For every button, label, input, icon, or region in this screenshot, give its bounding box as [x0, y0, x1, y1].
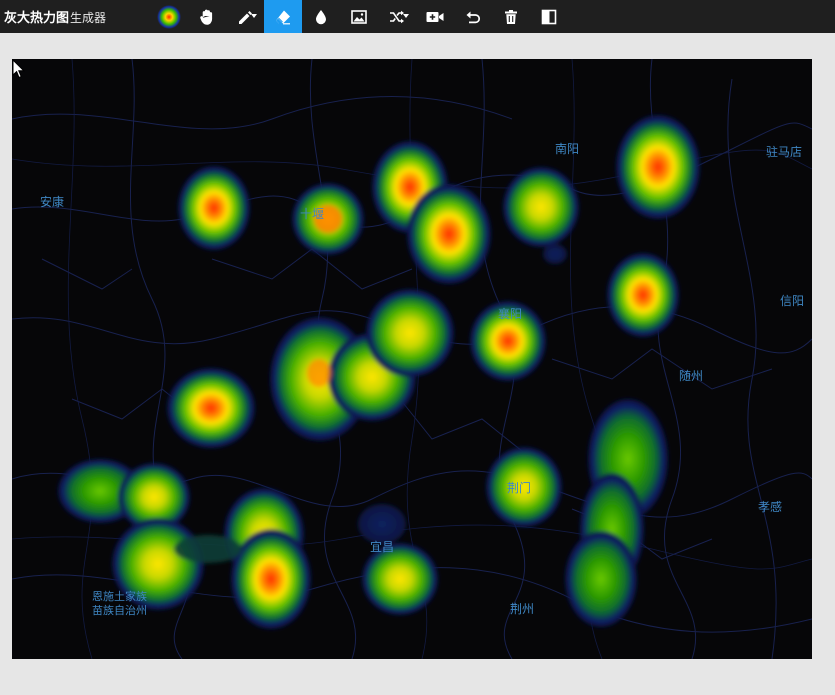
hand-pan-button[interactable] [188, 0, 226, 33]
city-suizhou: 随州 [679, 369, 704, 383]
city-enshi-line1: 恩施土家族 [92, 590, 147, 603]
city-enshi-line2: 苗族自治州 [92, 604, 147, 617]
add-video-button[interactable] [416, 0, 454, 33]
app-title: 灰大热力图 生成器 [0, 7, 150, 26]
split-view-button[interactable] [530, 0, 568, 33]
city-ankang: 安康 [40, 195, 65, 209]
heatmap-layer [12, 59, 812, 659]
undo-icon [466, 11, 481, 23]
heat-gradient-button[interactable] [150, 0, 188, 33]
eraser-icon [276, 10, 290, 24]
city-xiaogan: 孝感 [758, 500, 783, 514]
city-jingzhou: 荆州 [510, 602, 535, 616]
chevron-down-icon [251, 14, 257, 18]
image-icon [351, 9, 367, 24]
split-panel-icon [541, 9, 557, 24]
city-shiyan: 十堰 [300, 207, 325, 221]
city-jingmen: 荆门 [507, 481, 532, 495]
heatmap-canvas[interactable]: 安康 十堰 南阳 驻马店 襄阳 信阳 随州 荆门 孝感 宜昌 荆州 恩施土家族 … [12, 59, 812, 659]
droplet-button[interactable] [302, 0, 340, 33]
city-xinyang: 信阳 [780, 294, 805, 308]
toolbar: 灰大热力图 生成器 [0, 0, 835, 33]
trash-icon [505, 9, 517, 24]
pencil-tool-button[interactable] [226, 0, 264, 33]
city-nanyang: 南阳 [555, 142, 580, 156]
app-title-bold: 灰大热力图 [4, 11, 70, 26]
heat-gradient-icon [157, 4, 181, 29]
droplet-icon [316, 9, 326, 24]
undo-button[interactable] [454, 0, 492, 33]
add-video-icon [426, 11, 444, 22]
city-yichang: 宜昌 [370, 540, 395, 554]
city-zhumadian: 驻马店 [766, 145, 803, 159]
shuffle-button[interactable] [378, 0, 416, 33]
image-button[interactable] [340, 0, 378, 33]
delete-button[interactable] [492, 0, 530, 33]
mouse-cursor-icon [12, 59, 26, 79]
hand-pan-icon [200, 9, 213, 25]
city-xiangyang: 襄阳 [498, 307, 523, 321]
chevron-down-icon [403, 14, 409, 18]
app-title-light: 生成器 [70, 11, 107, 25]
eraser-tool-button[interactable] [264, 0, 302, 33]
